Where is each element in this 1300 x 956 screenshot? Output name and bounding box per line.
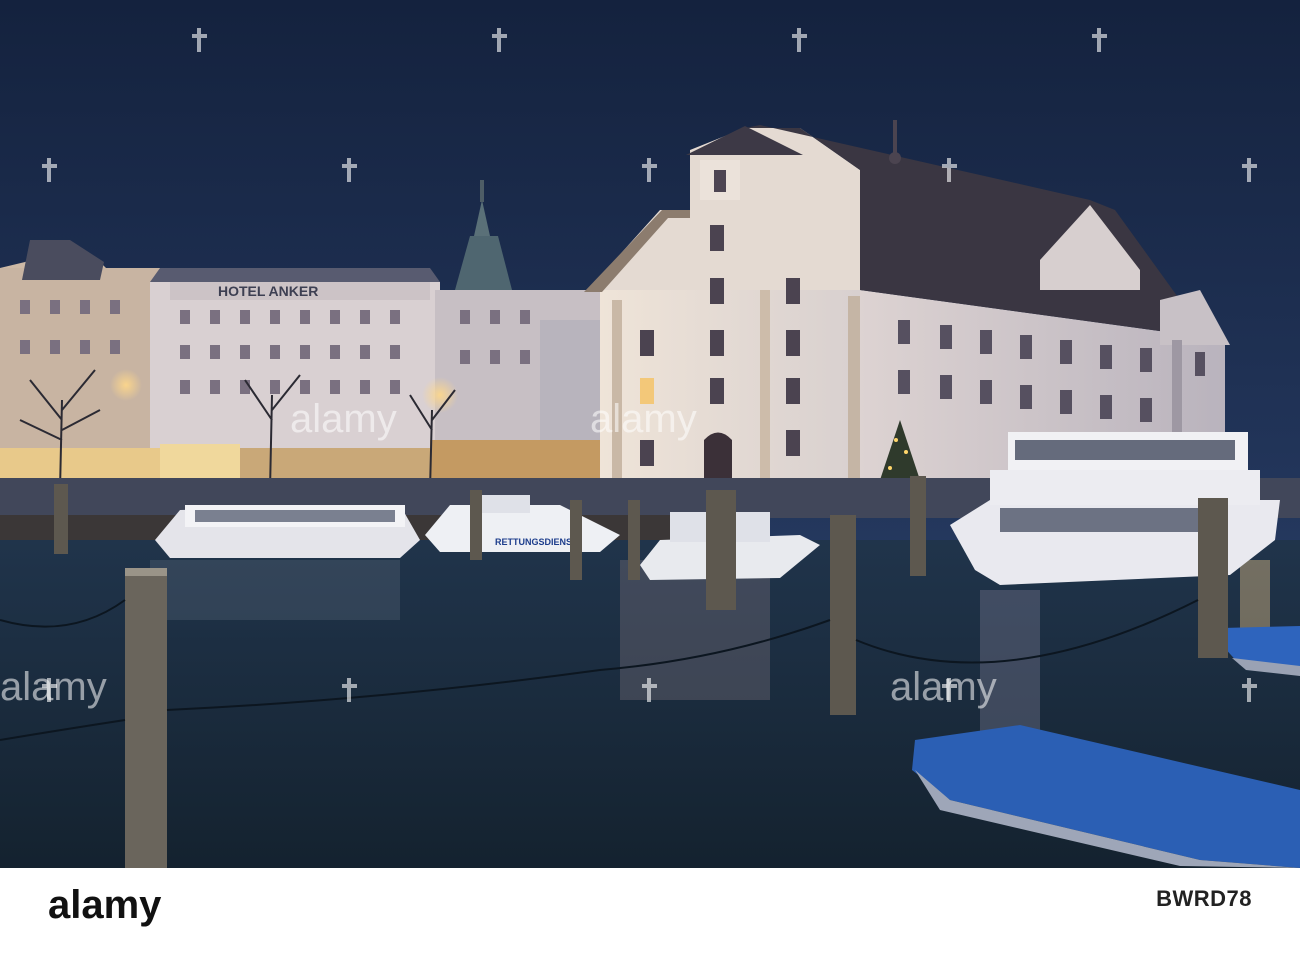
alamy-logo-text: alamy xyxy=(48,884,162,927)
watermark-word: alamy xyxy=(290,397,397,441)
alamy-logo: alamy xyxy=(48,884,162,927)
image-id: BWRD78 xyxy=(1156,886,1252,911)
boat-left xyxy=(155,505,420,558)
watermark-word: alamy xyxy=(0,665,107,709)
stock-footer xyxy=(0,868,1300,956)
watermark-word: alamy xyxy=(890,665,997,709)
rescue-boat-text: RETTUNGSDIENST xyxy=(495,537,578,547)
hotel-sign: HOTEL ANKER xyxy=(218,283,318,299)
harbour-night-photo: HOTEL ANKER RETTUNGSDIENST alamy alamy a… xyxy=(0,0,1300,868)
watermark-word: alamy xyxy=(590,397,697,441)
stock-photo: HOTEL ANKER RETTUNGSDIENST alamy alamy a… xyxy=(0,0,1300,956)
